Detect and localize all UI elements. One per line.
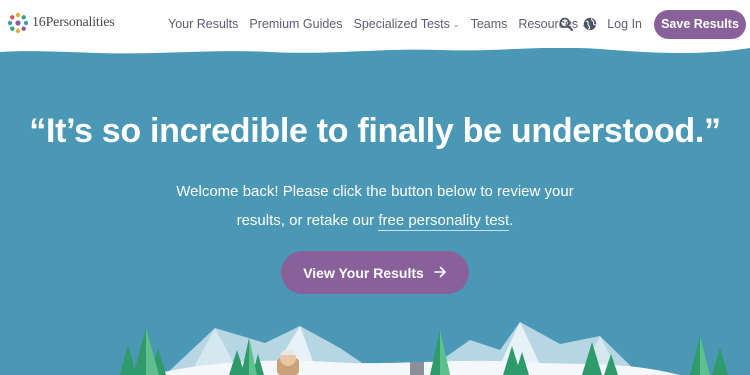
hero-quote: “It’s so incredible to finally be unders… (29, 112, 721, 150)
nav-item-label: Premium Guides (249, 17, 343, 31)
nav-item-your-results[interactable]: Your Results (168, 17, 238, 31)
arrow-right-icon (433, 265, 447, 281)
globe-icon[interactable] (582, 16, 598, 32)
site-logo[interactable]: 16Personalities (6, 11, 115, 35)
header-wave-divider (0, 40, 750, 54)
chevron-down-icon: ⌄ (452, 19, 460, 29)
welcome-line-2-prefix: results, or retake our (236, 212, 379, 229)
welcome-line-2-suffix: . (509, 212, 514, 229)
cta-label: View Your Results (303, 264, 424, 281)
nav-item-premium-guides[interactable]: Premium Guides (249, 17, 342, 31)
welcome-line-1: Welcome back! Please click the button be… (176, 183, 574, 200)
welcome-message: Welcome back! Please click the button be… (0, 177, 750, 235)
free-personality-test-link[interactable]: free personality test (378, 212, 510, 231)
save-results-button[interactable]: Save Results (654, 9, 746, 39)
nav-item-label: Your Results (168, 17, 239, 31)
nav-item-label: Teams (470, 17, 508, 31)
nav-item-specialized-tests[interactable]: Specialized Tests ⌄ (354, 17, 460, 31)
view-your-results-button[interactable]: View Your Results (281, 251, 469, 294)
mountain-landscape-illustration (120, 322, 728, 375)
search-icon[interactable] (558, 16, 574, 32)
login-link[interactable]: Log In (607, 17, 642, 31)
nav-item-teams[interactable]: Teams (471, 17, 508, 31)
logo-wordmark: 16Personalities (32, 15, 115, 30)
welcome-line-2: results, or retake our free personality … (0, 206, 750, 235)
logo-dots-icon (7, 12, 29, 34)
nav-item-label: Specialized Tests (353, 17, 450, 31)
